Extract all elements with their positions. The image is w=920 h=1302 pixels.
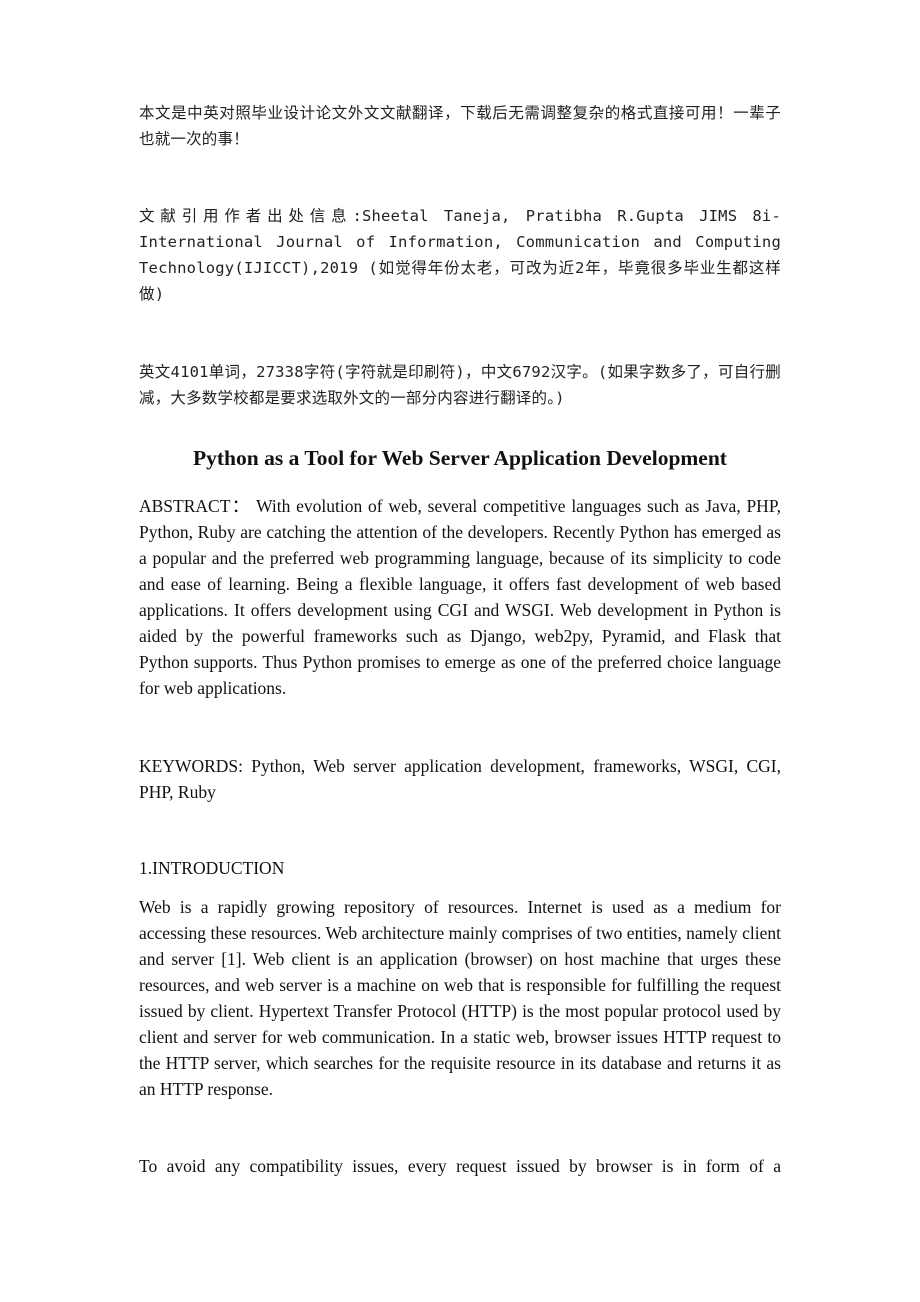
- abstract: ABSTRACT： With evolution of web, several…: [139, 496, 781, 698]
- section-heading-introduction: 1.INTRODUCTION: [139, 858, 285, 878]
- word-count-note: 英文4101单词，27338字符(字符就是印刷符)，中文6792汉字。(如果字数…: [139, 363, 781, 407]
- intro-paragraph: Web is a rapidly growing repository of r…: [139, 897, 781, 1099]
- paper-title: Python as a Tool for Web Server Applicat…: [193, 446, 727, 470]
- intro-paragraph: To avoid any compatibility issues, every…: [139, 1156, 781, 1176]
- citation-info: 文献引用作者出处信息:Sheetal Taneja, Pratibha R.Gu…: [139, 207, 781, 303]
- translation-note: 本文是中英对照毕业设计论文外文文献翻译，下载后无需调整复杂的格式直接可用！一辈子…: [139, 104, 781, 148]
- keywords: KEYWORDS: Python, Web server application…: [139, 756, 781, 802]
